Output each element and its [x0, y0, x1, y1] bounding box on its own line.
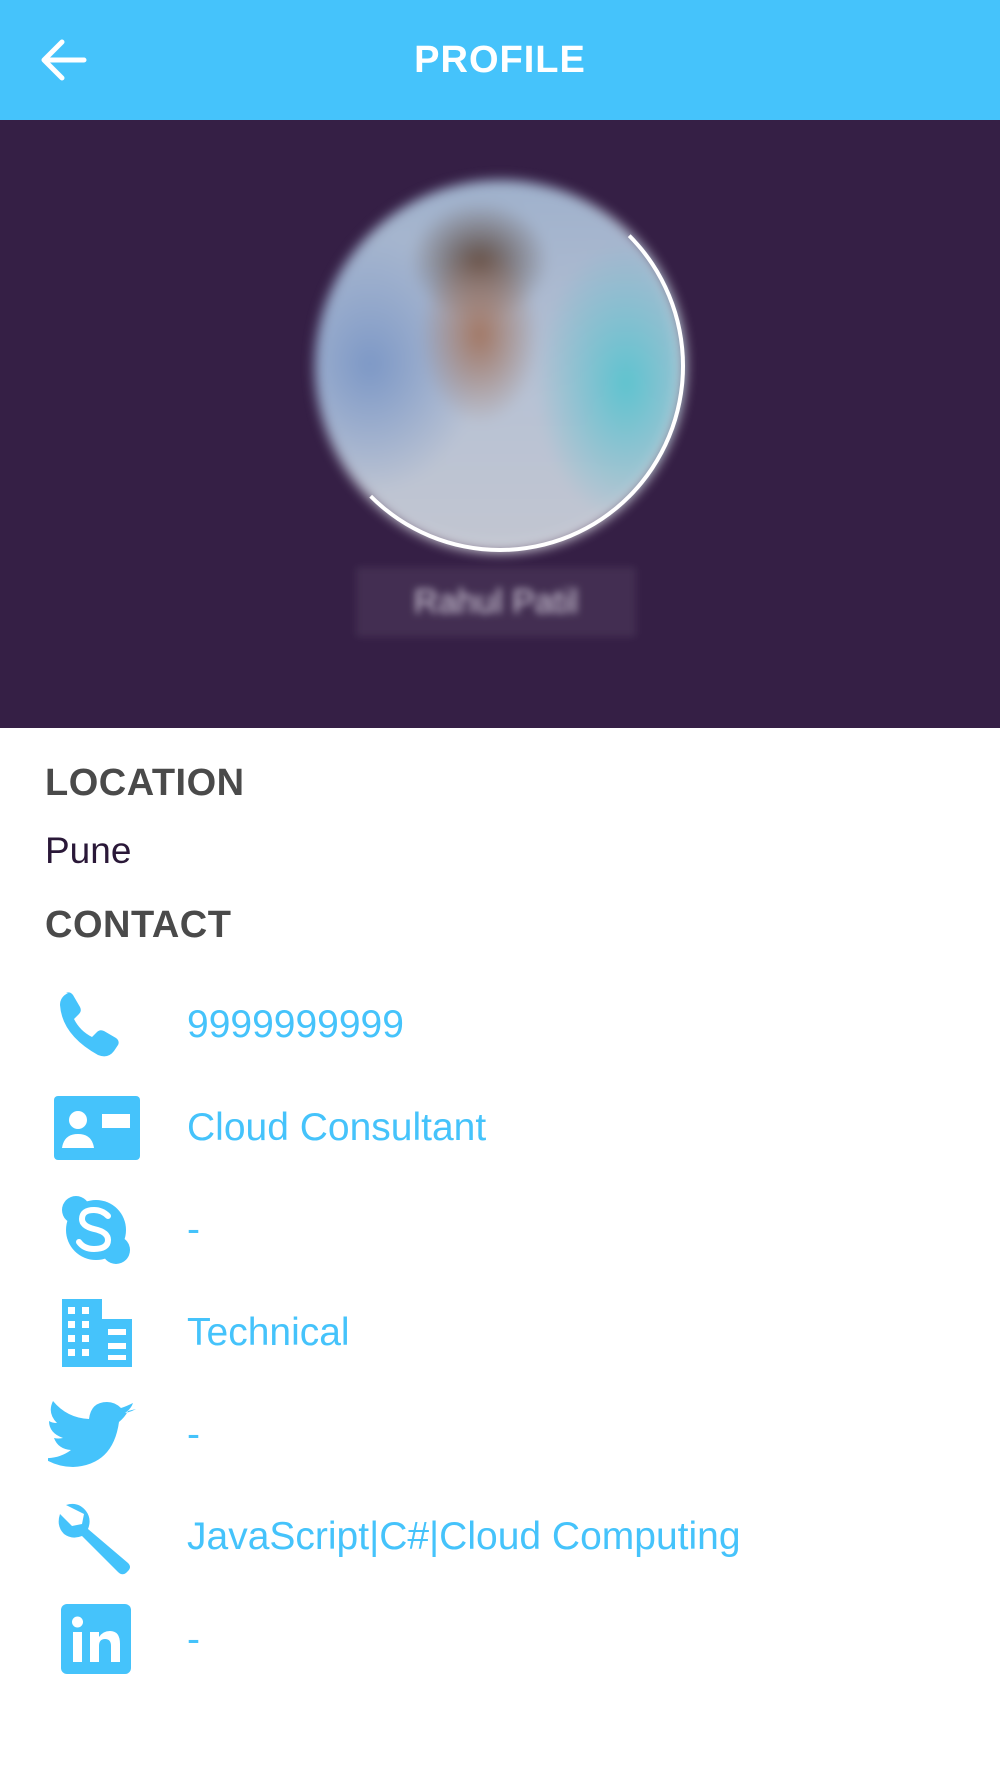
arrow-left-icon: [41, 39, 87, 81]
skills-value: JavaScript|C#|Cloud Computing: [187, 1515, 741, 1558]
location-label: LOCATION: [45, 762, 245, 804]
back-button[interactable]: [36, 30, 96, 90]
skype-icon: [48, 1192, 144, 1268]
phone-value: 9999999999: [187, 1003, 404, 1046]
building-icon: [48, 1295, 144, 1371]
designation-value: Cloud Consultant: [187, 1106, 487, 1149]
id-card-icon: [48, 1090, 144, 1166]
app-header: PROFILE: [0, 0, 1000, 120]
phone-icon: [48, 987, 144, 1063]
avatar-ring: [315, 180, 685, 552]
linkedin-icon: [48, 1602, 144, 1678]
department-value: Technical: [187, 1311, 350, 1354]
contact-designation-row[interactable]: Cloud Consultant: [0, 1080, 1000, 1176]
twitter-value: -: [187, 1413, 200, 1456]
page-title: PROFILE: [414, 39, 586, 81]
contact-phone-row[interactable]: 9999999999: [0, 977, 1000, 1073]
profile-name: Rahul Patil: [356, 567, 636, 637]
location-value: Pune: [45, 830, 132, 871]
skype-value: -: [187, 1208, 200, 1251]
contact-twitter-row[interactable]: -: [0, 1387, 1000, 1483]
wrench-icon: [48, 1499, 144, 1575]
contact-department-row[interactable]: Technical: [0, 1285, 1000, 1381]
linkedin-value: -: [187, 1618, 200, 1661]
contact-linkedin-row[interactable]: -: [0, 1592, 1000, 1688]
twitter-icon: [48, 1397, 144, 1473]
contact-skype-row[interactable]: -: [0, 1182, 1000, 1278]
contact-label: CONTACT: [45, 904, 232, 946]
contact-skills-row[interactable]: JavaScript|C#|Cloud Computing: [0, 1489, 1000, 1585]
